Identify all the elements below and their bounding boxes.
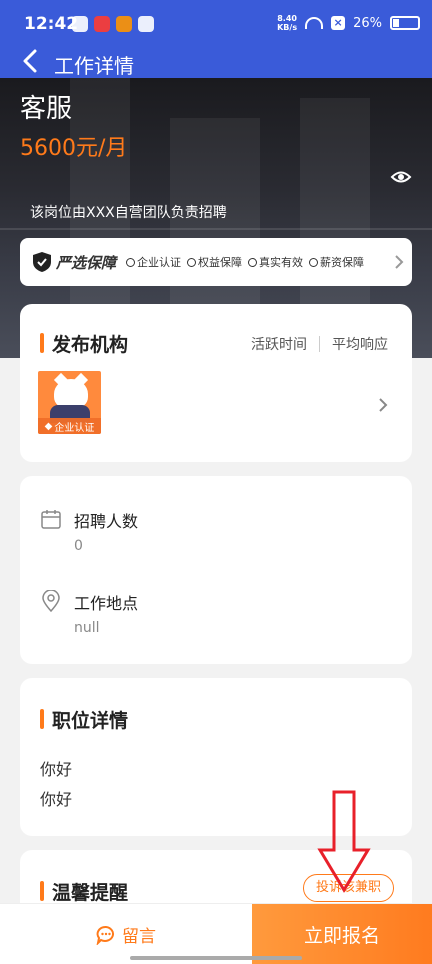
chat-icon	[96, 925, 116, 946]
guarantee-items: 企业认证 权益保障 真实有效 薪资保障	[126, 254, 364, 270]
job-detail-line: 你好	[40, 760, 73, 779]
no-sim-icon: ×	[331, 16, 346, 30]
certified-badge: ◆ 企业认证	[38, 418, 101, 434]
eye-icon[interactable]	[390, 168, 412, 186]
back-icon[interactable]	[20, 48, 42, 74]
chevron-right-icon	[394, 253, 404, 271]
home-indicator[interactable]	[130, 956, 302, 960]
status-bar: 12:42 8.40 KB/s × 26%	[0, 0, 432, 44]
organization-meta: 活跃时间 平均响应	[251, 334, 388, 354]
top-bar: 12:42 8.40 KB/s × 26% 工作详情	[0, 0, 432, 78]
location-label: 工作地点	[74, 594, 139, 613]
check-circle-icon	[248, 257, 258, 267]
shield-icon: ◆	[44, 420, 53, 432]
app-notification-icon	[94, 16, 110, 32]
check-circle-icon	[309, 257, 319, 267]
guarantee-item: 企业认证	[126, 254, 181, 270]
avg-response-label: 平均响应	[332, 337, 388, 353]
salary: 5600元/月	[20, 136, 128, 161]
bottom-action-bar: 留言 立即报名	[0, 903, 432, 964]
battery-icon	[390, 16, 420, 30]
shield-icon	[32, 251, 52, 273]
recruit-notice: 该岗位由XXX自营团队负责招聘	[30, 205, 227, 221]
wifi-icon	[305, 17, 324, 29]
status-time: 12:42	[24, 14, 79, 34]
message-label: 留言	[122, 927, 156, 947]
job-info-card: 招聘人数 0 工作地点 null	[20, 476, 412, 664]
active-time-label: 活跃时间	[251, 337, 307, 353]
page-title: 工作详情	[54, 54, 134, 78]
net-speed-value: 8.40	[277, 14, 297, 23]
guarantee-item-label: 薪资保障	[320, 256, 365, 269]
location-pin-icon	[40, 589, 62, 613]
network-speed: 8.40 KB/s	[277, 14, 297, 32]
calendar-icon	[40, 508, 62, 530]
guarantee-item: 真实有效	[248, 254, 303, 270]
job-title: 客服	[20, 94, 73, 124]
apply-now-button[interactable]: 立即报名	[252, 904, 432, 964]
organization-card[interactable]: 发布机构 活跃时间 平均响应 ◆ 企业认证	[20, 304, 412, 462]
guarantee-item: 权益保障	[187, 254, 242, 270]
check-circle-icon	[187, 257, 197, 267]
app-notification-icon	[72, 16, 88, 32]
guarantee-item-label: 权益保障	[198, 256, 243, 269]
chevron-right-icon	[378, 397, 388, 413]
guarantee-item-label: 企业认证	[137, 256, 182, 269]
message-button[interactable]: 留言	[0, 904, 252, 964]
crown-icon	[116, 16, 132, 32]
battery-percent: 26%	[353, 15, 382, 31]
headcount-value: 0	[74, 538, 83, 554]
net-speed-unit: KB/s	[277, 23, 298, 32]
job-detail-line: 你好	[40, 790, 73, 809]
divider	[319, 336, 320, 352]
tips-section-title: 温馨提醒	[40, 878, 128, 905]
guarantee-bar[interactable]: 严选保障 企业认证 权益保障 真实有效 薪资保障	[20, 238, 412, 286]
guarantee-title: 严选保障	[56, 253, 117, 272]
red-arrow-annotation	[317, 790, 371, 893]
notification-icons	[72, 16, 154, 32]
headcount-label: 招聘人数	[74, 512, 139, 531]
page-header: 工作详情	[0, 44, 432, 78]
guarantee-item: 薪资保障	[309, 254, 364, 270]
organization-avatar: ◆ 企业认证	[38, 371, 101, 434]
cert-badge-label: 企业认证	[54, 422, 95, 434]
organization-section-title: 发布机构	[40, 330, 128, 357]
system-icons: 8.40 KB/s × 26%	[277, 14, 420, 32]
app-notification-icon	[138, 16, 154, 32]
job-detail-section-title: 职位详情	[40, 706, 128, 733]
location-value: null	[74, 620, 100, 636]
check-circle-icon	[126, 257, 136, 267]
guarantee-item-label: 真实有效	[259, 256, 304, 269]
